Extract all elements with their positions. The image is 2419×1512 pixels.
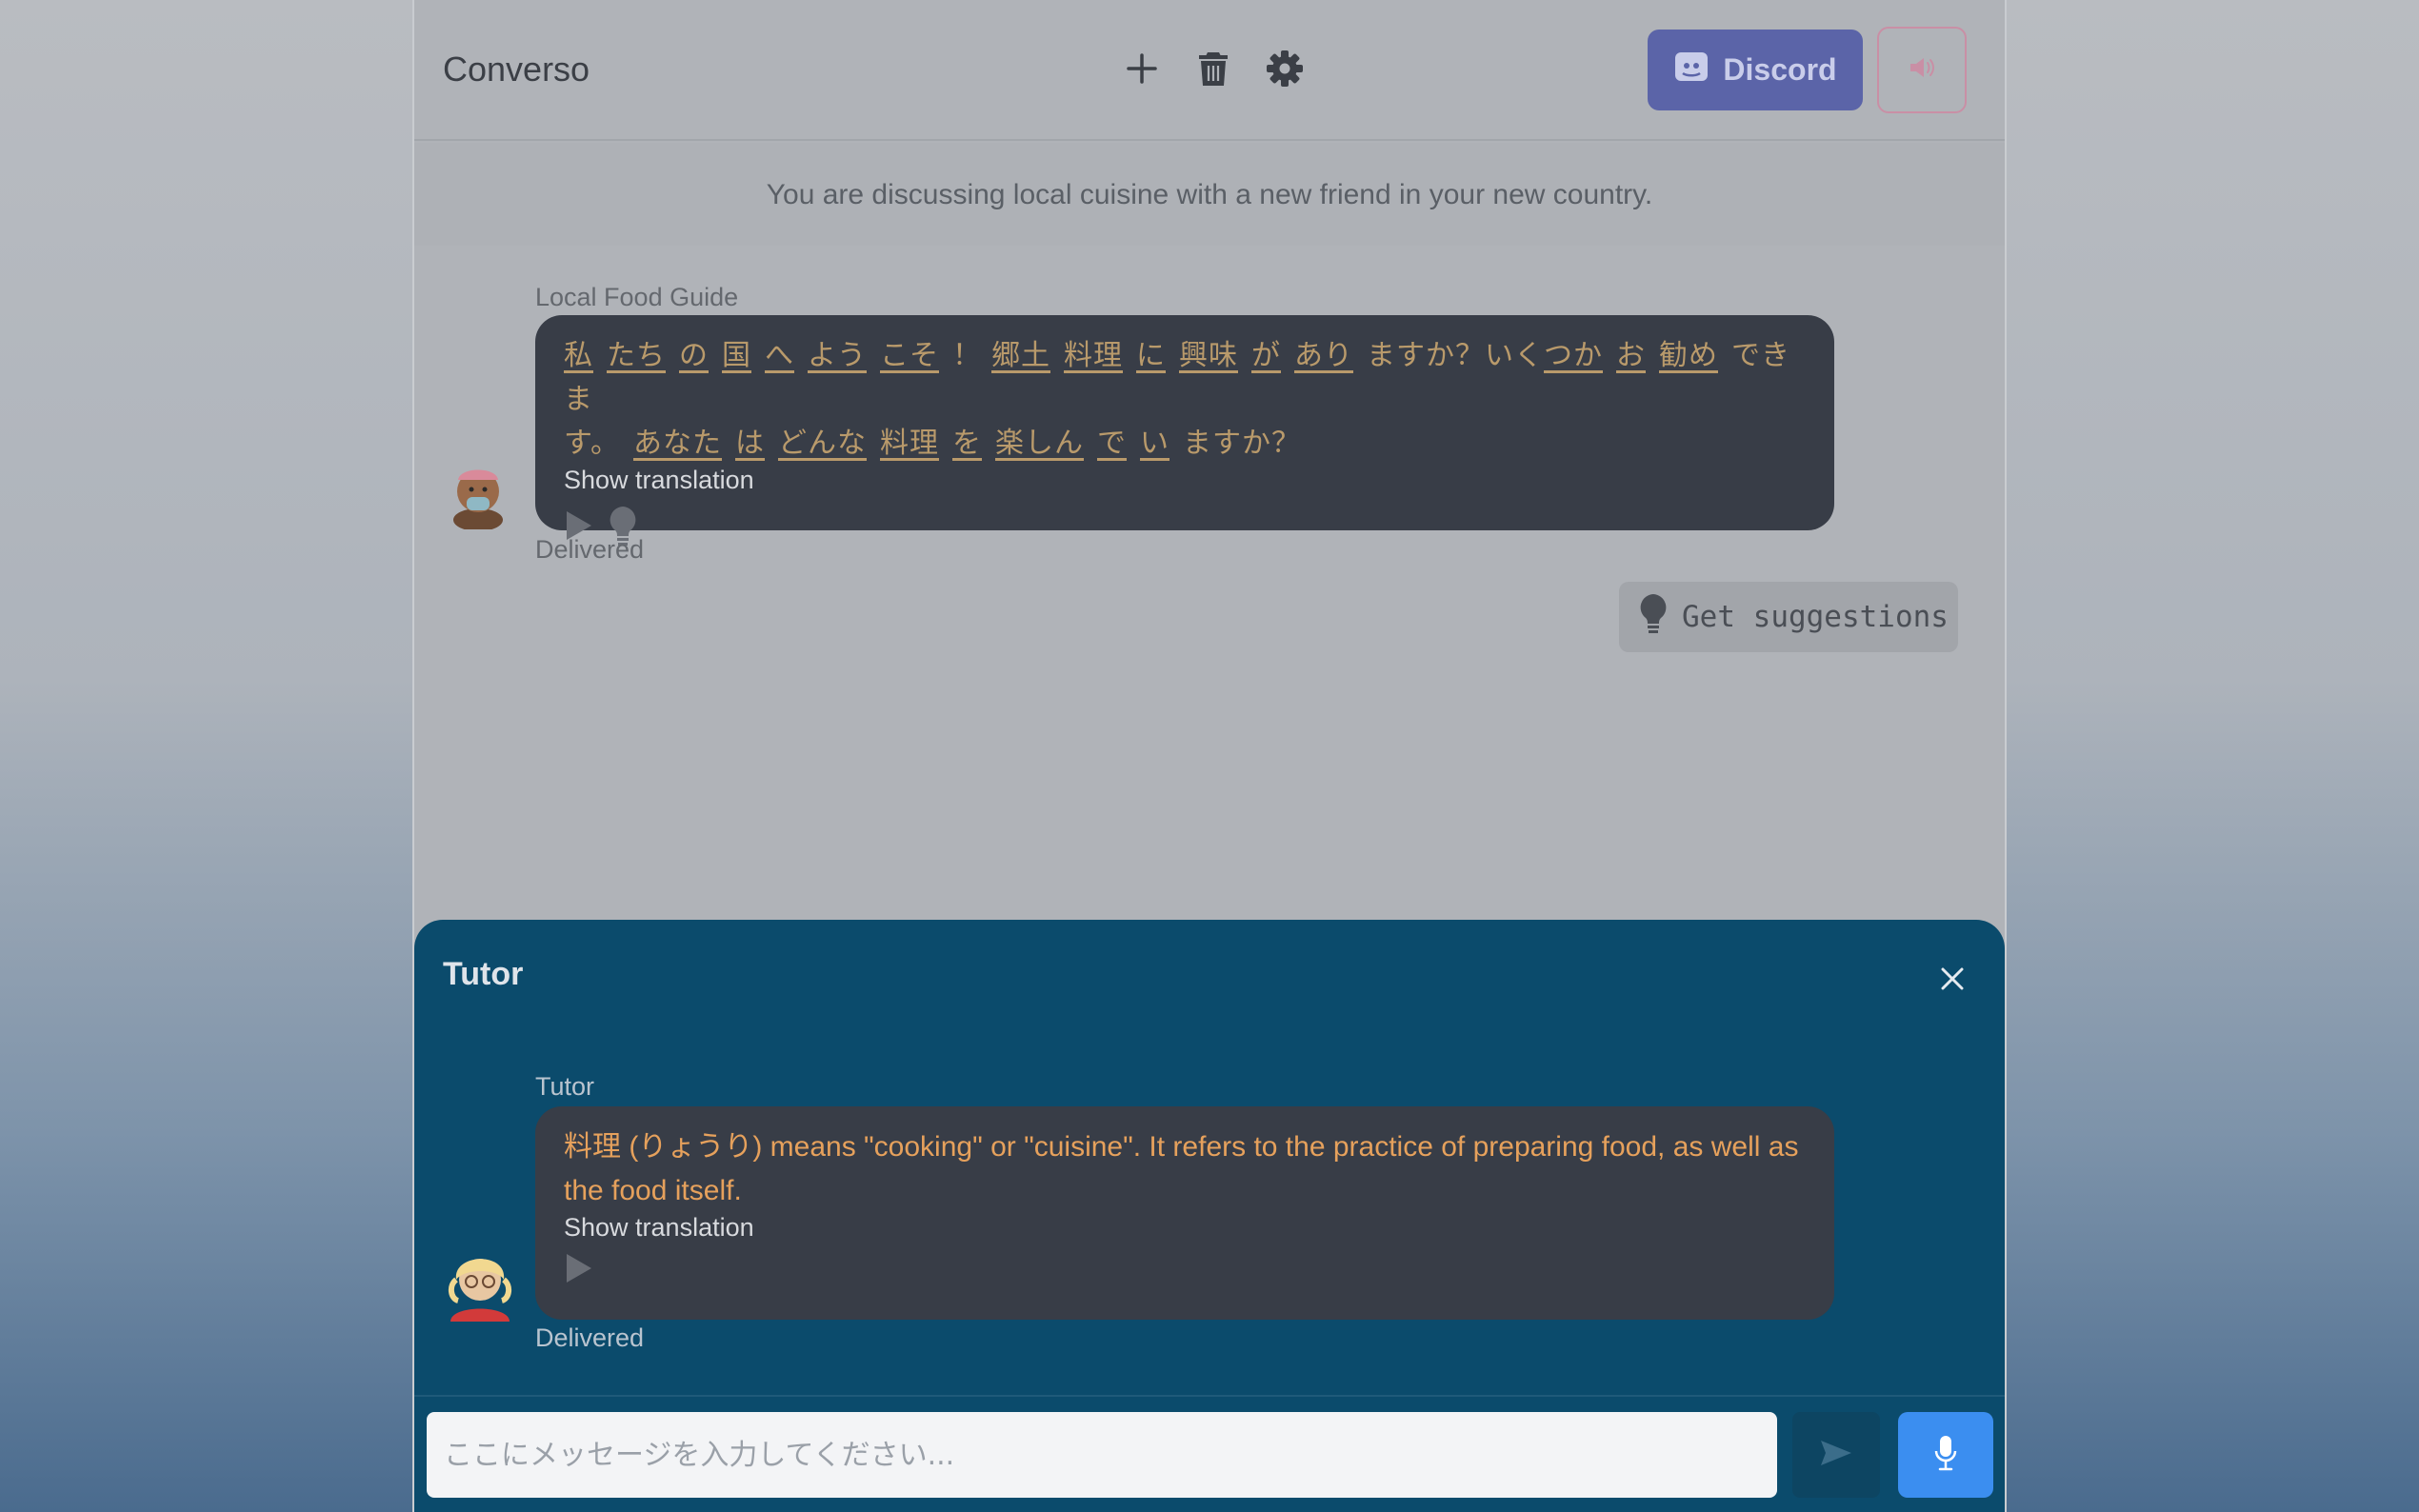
microphone-button[interactable] [1898, 1412, 1993, 1498]
header: Converso Discord [414, 0, 2005, 141]
word[interactable]: に [1136, 340, 1166, 371]
word[interactable]: を [952, 428, 982, 459]
message-input[interactable] [427, 1412, 1777, 1498]
discord-icon [1673, 49, 1709, 92]
microphone-icon [1933, 1434, 1958, 1477]
punct: ！ [952, 340, 982, 371]
guide-sender-name: Local Food Guide [535, 283, 739, 311]
word[interactable]: い [1140, 428, 1170, 459]
tutor-sender-name: Tutor [535, 1072, 595, 1101]
show-translation-link[interactable]: Show translation [564, 1213, 1806, 1243]
lightbulb-icon [1638, 592, 1669, 642]
app-window: Converso Discord You are discussing loca… [412, 0, 2007, 1512]
word[interactable]: お [1616, 340, 1646, 371]
word[interactable]: よう [808, 340, 867, 371]
trash-icon[interactable] [1192, 48, 1234, 90]
message-controls [564, 1252, 1806, 1289]
word[interactable]: 楽しん [995, 428, 1084, 459]
send-arrow-icon [1819, 1439, 1853, 1472]
app-title: Converso [443, 50, 590, 89]
show-translation-link[interactable]: Show translation [564, 466, 1806, 495]
new-chat-plus-icon[interactable] [1121, 48, 1163, 90]
word[interactable]: 郷土 [991, 340, 1050, 371]
word[interactable]: 国 [722, 340, 751, 371]
tutor-delivered-status: Delivered [535, 1323, 645, 1352]
word[interactable]: 興味 [1179, 340, 1238, 371]
plain-text: す。 [564, 428, 620, 459]
guide-message-bubble: 私たちの国へよう こそ！郷土 料理に興味があり ますか？いくつかお勧め できま す。 あな… [535, 315, 1834, 546]
plain-text: ますか？ [1183, 428, 1301, 459]
guide-message-line-1: 私たちの国へよう こそ！郷土 料理に興味があり ますか？いくつかお勧め できま [564, 334, 1806, 422]
word[interactable]: たち [607, 340, 666, 371]
get-suggestions-label: Get suggestions [1682, 600, 1949, 634]
tutor-panel: Tutor Tutor 料理 (りょうり) means "cooking" or… [414, 920, 2005, 1512]
word[interactable]: こそ [880, 340, 939, 371]
scenario-banner: You are discussing local cuisine with a … [414, 143, 2005, 246]
message-controls [564, 505, 1806, 551]
word[interactable]: は [735, 428, 765, 459]
discord-label: Discord [1723, 52, 1837, 87]
word[interactable]: の [679, 340, 709, 371]
word[interactable]: つか [1544, 340, 1603, 371]
settings-gear-icon[interactable] [1264, 48, 1306, 90]
word[interactable]: 勧め [1659, 340, 1718, 371]
send-button[interactable] [1792, 1412, 1880, 1498]
word[interactable]: 料理 [1064, 340, 1123, 371]
plain-text: ますか？いく [1367, 340, 1544, 371]
sound-toggle-button[interactable] [1877, 27, 1967, 113]
composer-bar [414, 1395, 2005, 1512]
tutor-panel-title: Tutor [443, 956, 524, 992]
play-icon[interactable] [564, 1252, 592, 1289]
word[interactable]: へ [765, 340, 794, 371]
word[interactable]: どんな [778, 428, 867, 459]
tutor-message-text: 料理 (りょうり) means "cooking" or "cuisine". … [564, 1131, 1799, 1206]
guide-message-line-2: す。 あなたはどんな 料理を楽しんでいますか？ [564, 422, 1806, 466]
tutor-avatar [443, 1247, 517, 1322]
guide-avatar [449, 457, 508, 531]
word[interactable]: あなた [633, 428, 722, 459]
guide-delivered-status: Delivered [535, 535, 645, 564]
word[interactable]: で [1097, 428, 1127, 459]
word[interactable]: 私 [564, 340, 593, 371]
get-suggestions-button[interactable]: Get suggestions [1619, 582, 1958, 652]
word[interactable]: あり [1294, 340, 1353, 371]
word[interactable]: 料理 [880, 428, 939, 459]
word[interactable]: が [1251, 340, 1281, 371]
discord-button[interactable]: Discord [1648, 30, 1863, 110]
close-icon[interactable] [1933, 960, 1971, 998]
tutor-message-bubble: 料理 (りょうり) means "cooking" or "cuisine". … [535, 1106, 1834, 1320]
speaker-icon [1908, 54, 1936, 86]
